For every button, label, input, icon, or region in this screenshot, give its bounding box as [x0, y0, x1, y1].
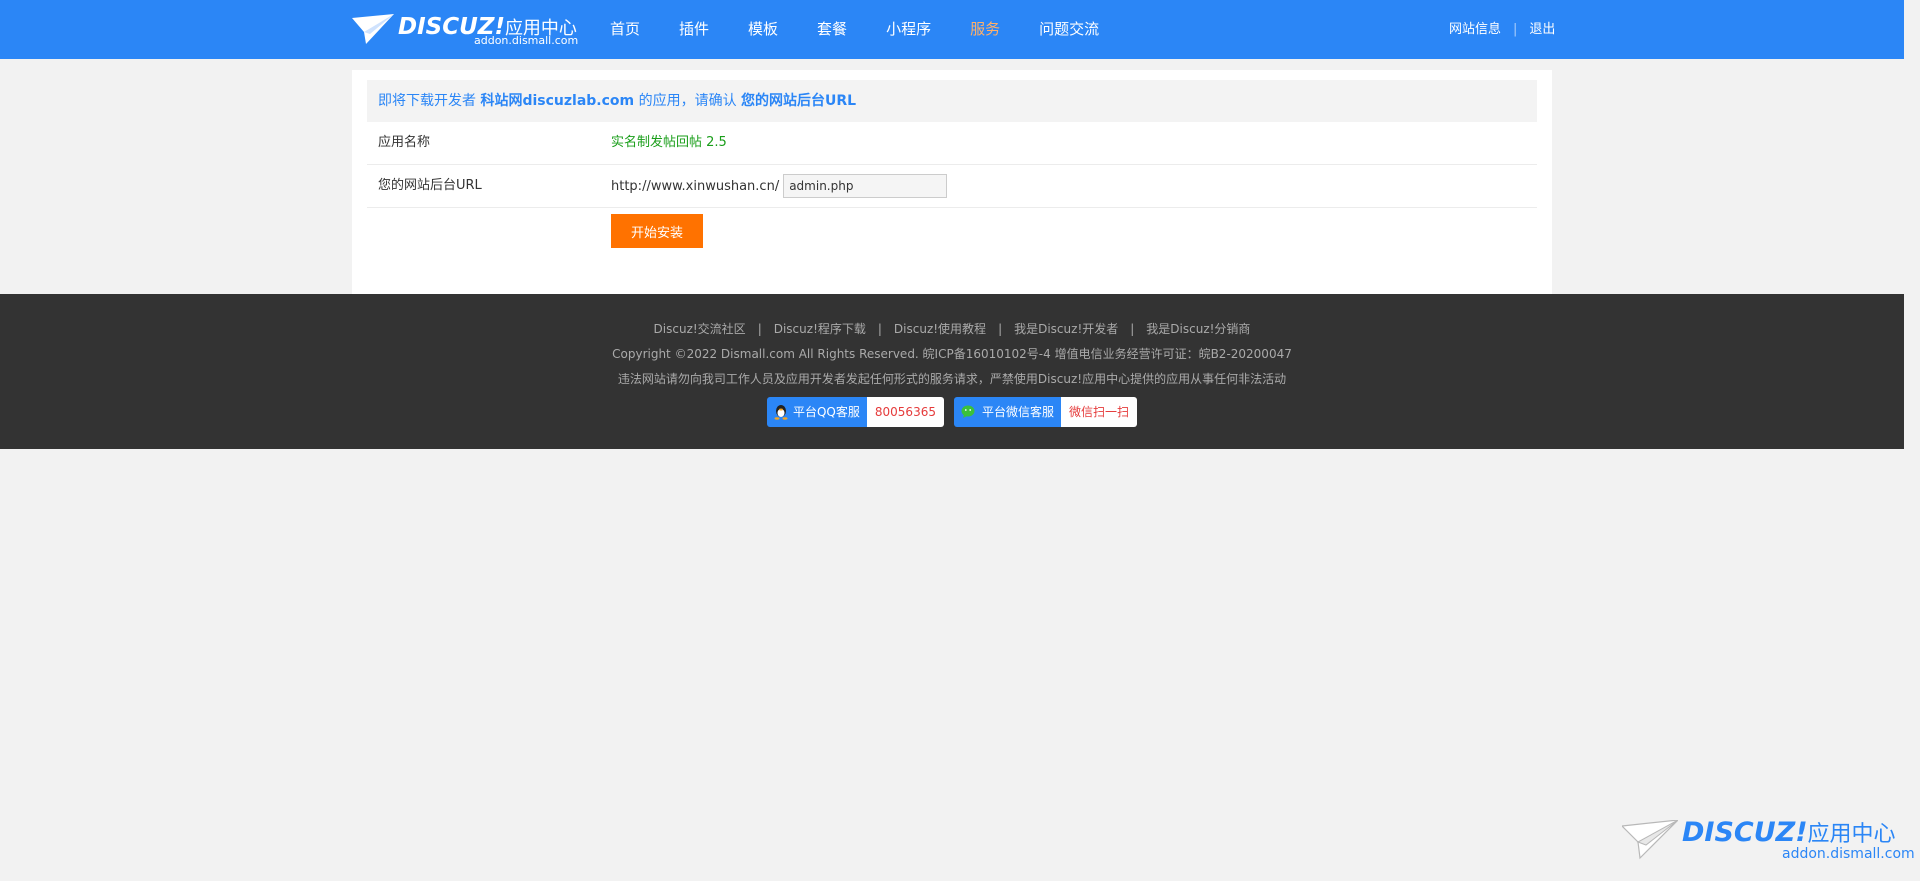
qq-service-label: 平台QQ客服: [792, 405, 860, 419]
site-info-link[interactable]: 网站信息: [1449, 22, 1501, 37]
main-nav: 首页 插件 模板 套餐 小程序 服务 问题交流: [610, 0, 1138, 59]
qq-penguin-icon: [774, 405, 788, 420]
legal-warning: 违法网站请勿向我司工作人员及应用开发者发起任何形式的服务请求，严禁使用Discu…: [617, 372, 1287, 386]
app-name-row: 应用名称 实名制发帖回帖 2.5: [367, 122, 1537, 165]
user-links-separator: |: [1513, 22, 1518, 37]
top-header: DISCUZ!应用中心 addon.dismall.com 首页 插件 模板 套…: [0, 0, 1904, 59]
app-name-label: 应用名称: [378, 135, 431, 150]
footer: Discuz!交流社区 | Discuz!程序下载 | Discuz!使用教程 | 我是Di…: [0, 294, 1904, 449]
wechat-icon: [961, 405, 975, 418]
corner-logo: DISCUZ!应用中心 addon.dismall.com: [1622, 816, 1915, 862]
copyright-text: Copyright ©2022 Dismall.com All Rights R…: [612, 347, 1292, 361]
footer-separator: |: [877, 322, 882, 336]
footer-separator: |: [998, 322, 1003, 336]
corner-logo-title: DISCUZ!应用中心: [1682, 817, 1896, 848]
paper-plane-logo-icon: [1622, 820, 1678, 860]
qq-number: 80056365: [866, 397, 944, 427]
qq-service-button[interactable]: 平台QQ客服 80056365: [766, 397, 944, 427]
download-notice: 即将下载开发者 科站网discuzlab.com 的应用，请确认 您的网站后台U…: [367, 80, 1537, 122]
corner-logo-subtitle: addon.dismall.com: [1782, 846, 1915, 862]
nav-home[interactable]: 首页: [610, 0, 640, 59]
nav-templates[interactable]: 模板: [748, 0, 778, 59]
footer-separator: |: [1130, 322, 1135, 336]
nav-services[interactable]: 服务: [970, 0, 1000, 59]
customer-service-bar: 平台QQ客服 80056365 平台微信客服 微信扫一扫: [0, 397, 1904, 427]
notice-middle: 的应用，请确认: [638, 93, 737, 109]
footer-link-developer[interactable]: 我是Discuz!开发者: [1014, 322, 1118, 336]
paper-plane-logo-icon: [352, 14, 394, 44]
notice-target: 您的网站后台URL: [741, 93, 857, 109]
logout-link[interactable]: 退出: [1529, 22, 1555, 37]
backend-url-label: 您的网站后台URL: [378, 178, 482, 193]
url-prefix: http://www.xinwushan.cn/: [611, 178, 780, 194]
backend-url-row: 您的网站后台URL http://www.xinwushan.cn/: [367, 165, 1537, 208]
install-panel: 即将下载开发者 科站网discuzlab.com 的应用，请确认 您的网站后台U…: [352, 70, 1552, 294]
notice-prefix: 即将下载开发者: [378, 93, 476, 109]
user-links: 网站信息 | 退出: [1449, 0, 1555, 59]
page-scrollbar[interactable]: [1904, 0, 1920, 881]
wechat-service-label: 平台微信客服: [981, 405, 1054, 419]
backend-url-input[interactable]: [783, 174, 948, 198]
footer-separator: |: [757, 322, 762, 336]
footer-link-community[interactable]: Discuz!交流社区: [654, 322, 746, 336]
footer-links: Discuz!交流社区 | Discuz!程序下载 | Discuz!使用教程 | 我是Di…: [0, 320, 1904, 337]
logo-subtitle: addon.dismall.com: [474, 34, 579, 47]
app-name-value: 实名制发帖回帖 2.5: [611, 135, 727, 150]
footer-link-reseller[interactable]: 我是Discuz!分销商: [1146, 322, 1250, 336]
nav-plugins[interactable]: 插件: [679, 0, 709, 59]
footer-link-tutorial[interactable]: Discuz!使用教程: [894, 322, 986, 336]
wechat-service-button[interactable]: 平台微信客服 微信扫一扫: [953, 397, 1137, 427]
site-logo[interactable]: DISCUZ!应用中心 addon.dismall.com: [352, 14, 578, 50]
nav-packages[interactable]: 套餐: [817, 0, 847, 59]
nav-mini-programs[interactable]: 小程序: [886, 0, 931, 59]
wechat-scan-text: 微信扫一扫: [1060, 397, 1137, 427]
notice-developer: 科站网discuzlab.com: [480, 93, 635, 109]
start-install-button[interactable]: 开始安装: [611, 214, 703, 248]
nav-qa[interactable]: 问题交流: [1039, 0, 1099, 59]
footer-link-download[interactable]: Discuz!程序下载: [774, 322, 866, 336]
